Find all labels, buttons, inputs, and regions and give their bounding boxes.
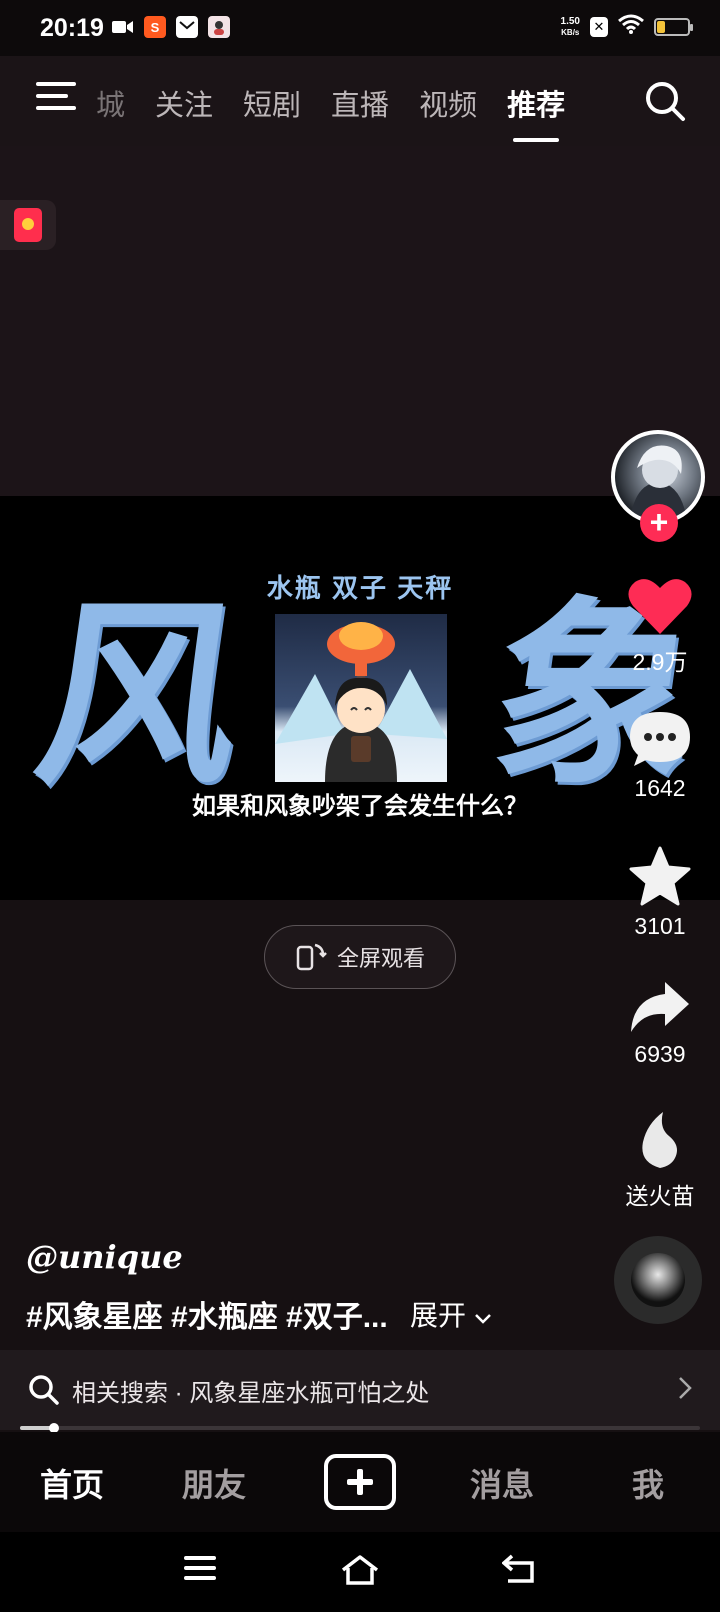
home-icon[interactable]: [340, 1554, 380, 1586]
favorite-count: 3101: [634, 913, 686, 939]
tab-video[interactable]: 视频: [419, 82, 477, 124]
feed-tabs: 城 关注 短剧 直播 视频 推荐: [96, 82, 595, 142]
gift-flame-action[interactable]: 送火苗: [610, 1110, 710, 1211]
wifi-icon: [618, 14, 644, 39]
fullscreen-label: 全屏观看: [336, 946, 425, 971]
like-count: 2.9万: [632, 649, 688, 675]
nav-home[interactable]: 首页: [40, 1460, 104, 1506]
share-action[interactable]: 6939: [610, 980, 710, 1068]
tab-recommended[interactable]: 推荐: [507, 82, 565, 142]
music-disc[interactable]: [614, 1236, 702, 1324]
recent-apps-icon[interactable]: [184, 1554, 216, 1582]
tab-live[interactable]: 直播: [331, 82, 389, 124]
like-action[interactable]: 2.9万: [610, 576, 710, 677]
status-time: 20:19: [40, 14, 104, 42]
share-count: 6939: [634, 1041, 686, 1067]
expand-label: 展开: [410, 1300, 467, 1331]
top-navigation: 城 关注 短剧 直播 视频 推荐: [0, 56, 720, 146]
gift-flame-label: 送火苗: [625, 1183, 695, 1209]
bottom-navigation: 首页 朋友 消息 我: [0, 1432, 720, 1532]
author-name[interactable]: @unique: [26, 1238, 183, 1276]
network-speed: 1.50 KB/s: [560, 15, 580, 37]
star-icon: [629, 846, 691, 906]
heart-icon: [628, 579, 692, 634]
flame-icon: [642, 1112, 677, 1168]
red-packet-widget[interactable]: [0, 200, 56, 250]
battery-level: [657, 20, 665, 33]
comment-count: 1642: [634, 775, 686, 801]
music-cover-icon: [631, 1253, 685, 1307]
plus-icon: [347, 1469, 373, 1495]
status-bar: 20:19 S 1.50 KB/s ✕: [0, 0, 720, 56]
follow-button[interactable]: +: [640, 504, 678, 542]
battery-icon: [654, 17, 693, 36]
video-big-char-left: 风: [23, 578, 257, 813]
mail-app-icon: [176, 16, 198, 38]
nav-friends[interactable]: 朋友: [182, 1460, 246, 1506]
fullscreen-button[interactable]: 全屏观看: [264, 925, 456, 989]
no-sim-icon: ✕: [590, 16, 608, 37]
tab-mall[interactable]: 城: [96, 82, 125, 124]
video-player[interactable]: 风 象 水瓶 双子 天秤 如果和风象吵架了会发生什么？: [0, 496, 720, 900]
tab-following[interactable]: 关注: [155, 82, 213, 124]
red-packet-icon: [14, 208, 42, 242]
favorite-action[interactable]: 3101: [610, 846, 710, 940]
create-button[interactable]: [324, 1454, 396, 1510]
expand-button[interactable]: 展开: [410, 1294, 492, 1334]
search-icon[interactable]: [644, 80, 686, 122]
chevron-down-icon: [474, 1314, 491, 1324]
post-hashtags[interactable]: #风象星座 #水瓶座 #双子...: [26, 1292, 388, 1336]
video-top-padding: [0, 146, 720, 496]
system-status-icons: 1.50 KB/s ✕: [560, 14, 693, 39]
search-icon: [29, 1375, 59, 1405]
sogou-app-icon: S: [144, 16, 166, 38]
share-arrow-icon: [631, 982, 689, 1032]
related-search-text: 相关搜索 · 风象星座水瓶可怕之处: [72, 1379, 430, 1407]
playback-progress-bar[interactable]: [20, 1423, 700, 1433]
tab-short-drama[interactable]: 短剧: [243, 82, 301, 124]
system-navigation: [0, 1532, 720, 1612]
chevron-right-icon: [679, 1377, 692, 1399]
nav-me[interactable]: 我: [632, 1460, 664, 1506]
video-camera-icon: [112, 16, 134, 38]
nav-messages[interactable]: 消息: [470, 1460, 534, 1506]
related-search-bar[interactable]: 相关搜索 · 风象星座水瓶可怕之处: [0, 1350, 720, 1430]
menu-icon[interactable]: [36, 82, 76, 112]
rotate-screen-icon: [296, 943, 327, 971]
notification-icons: S: [112, 16, 230, 38]
comment-icon: [630, 712, 690, 766]
avatar-app-icon: [208, 16, 230, 38]
back-icon[interactable]: [502, 1554, 536, 1584]
video-cartoon-illustration: [275, 614, 447, 782]
comment-action[interactable]: 1642: [610, 710, 710, 802]
